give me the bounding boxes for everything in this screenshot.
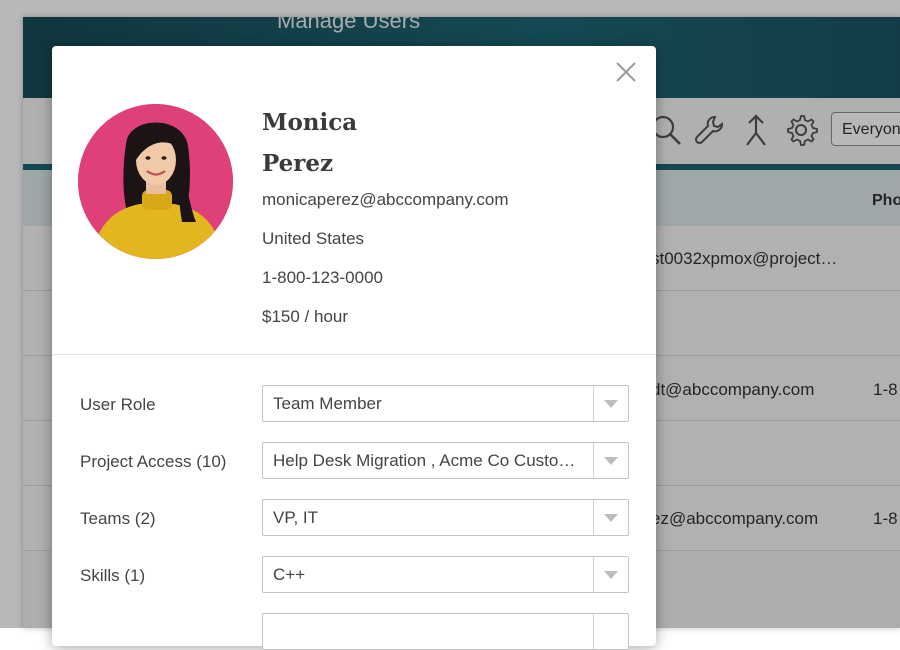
row-phone: 1-8 [873,509,898,528]
user-role-label: User Role [80,395,156,414]
skills-label: Skills (1) [80,566,146,585]
wrench-icon[interactable] [693,113,727,147]
skills-value: C++ [273,565,306,584]
next-field-select[interactable] [262,613,629,650]
project-access-select[interactable]: Help Desk Migration , Acme Co Customer O… [262,442,629,479]
gear-icon[interactable] [784,113,818,147]
chevron-down-icon[interactable] [593,500,628,535]
last-name: Perez [262,150,334,177]
row-email: dt@abccompany.com [651,380,815,399]
close-icon[interactable] [614,60,638,84]
teams-label: Teams (2) [80,509,156,528]
user-name: Monica Perez [262,102,462,184]
chevron-down-icon[interactable] [593,386,628,421]
chevron-down-icon[interactable] [593,614,628,649]
filter-select[interactable]: Everyon [831,112,900,146]
chevron-down-icon[interactable] [593,443,628,478]
divider [52,354,656,355]
page-title: Manage Users [277,17,421,33]
user-profile-modal: Monica Perez monicaperez@abccompany.com … [52,46,656,650]
user-email[interactable]: monicaperez@abccompany.com [262,190,509,210]
user-role-select[interactable]: Team Member [262,385,629,422]
user-phone: 1-800-123-0000 [262,268,383,287]
user-role-value: Team Member [273,394,382,413]
row-phone: 1-8 [873,380,898,399]
user-rate: $150 / hour [262,307,349,326]
row-email: ez@abccompany.com [651,509,819,528]
column-header-phone[interactable]: Pho [872,192,900,210]
project-access-value: Help Desk Migration , Acme Co Customer O… [273,451,585,470]
user-photo [78,104,233,259]
teams-select[interactable]: VP, IT [262,499,629,536]
first-name: Monica [262,109,358,136]
chevron-down-icon[interactable] [593,557,628,592]
row-email: st0032xpmox@project… [651,249,838,268]
project-access-label: Project Access (10) [80,452,227,471]
skills-select[interactable]: C++ [262,556,629,593]
merge-icon[interactable] [739,113,773,147]
user-country: United States [262,229,365,248]
avatar[interactable] [78,104,233,259]
teams-value: VP, IT [273,508,319,527]
